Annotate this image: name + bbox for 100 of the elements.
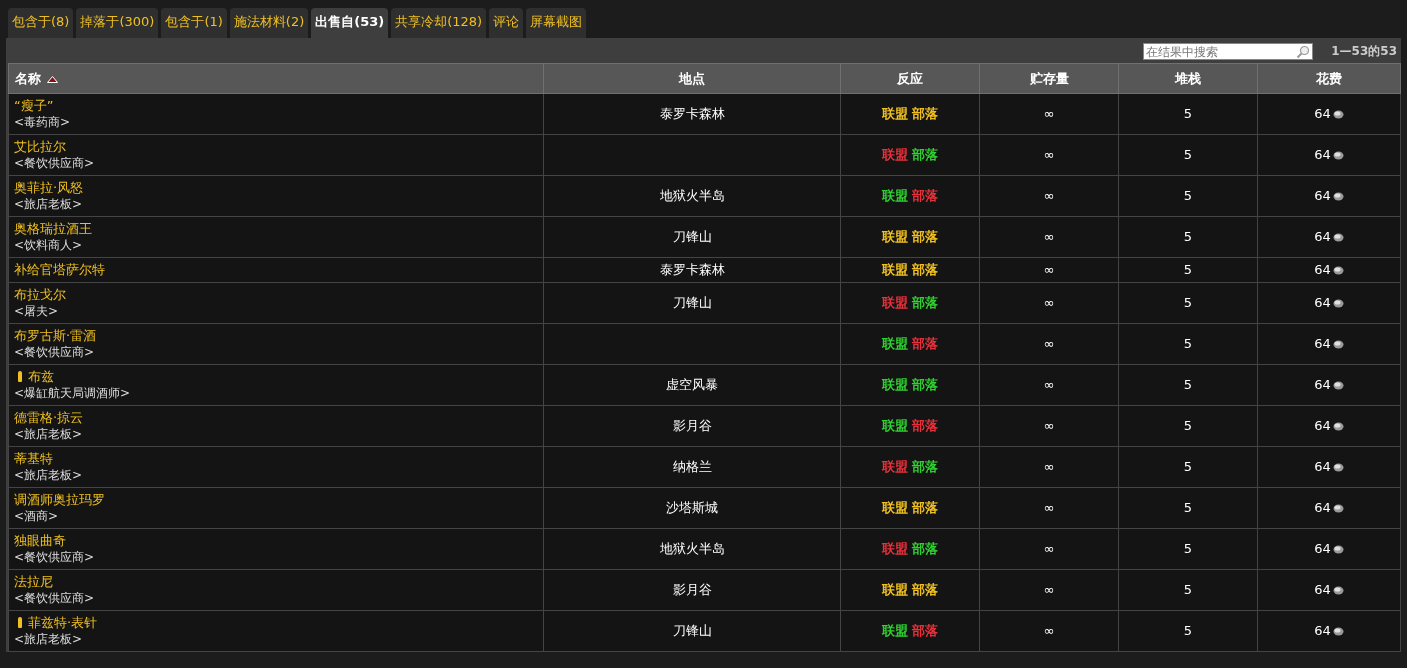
location-link[interactable]: 纳格兰 — [672, 459, 712, 474]
cost-value: 64 — [1314, 229, 1331, 245]
npc-title: <餐饮供应商> — [14, 591, 95, 605]
cost-value: 64 — [1314, 623, 1331, 639]
faction-reaction: 联盟 — [881, 188, 908, 203]
cost-value: 64 — [1314, 295, 1331, 311]
coin-icon — [1332, 109, 1344, 119]
stock-value: ∞ — [1043, 106, 1055, 121]
npc-title: <餐饮供应商> — [14, 345, 95, 359]
faction-reaction: 联盟 — [881, 500, 908, 515]
faction-reaction: 部落 — [912, 262, 939, 277]
stack-size: 5 — [1183, 188, 1193, 203]
column-header[interactable]: 花费 — [1257, 63, 1401, 94]
faction-reaction: 部落 — [912, 295, 939, 310]
location-link[interactable]: 影月谷 — [672, 418, 712, 433]
faction-reaction: 部落 — [912, 229, 939, 244]
cost-value: 64 — [1314, 459, 1331, 475]
stock-value: ∞ — [1043, 459, 1055, 474]
location-link[interactable]: 虚空风暴 — [666, 377, 718, 392]
tab[interactable]: 共享冷却(128) — [391, 8, 487, 38]
stock-value: ∞ — [1043, 500, 1055, 515]
stack-size: 5 — [1183, 541, 1193, 556]
npc-name-link[interactable]: 独眼曲奇 — [14, 533, 66, 548]
tab[interactable]: 施法材料(2) — [229, 8, 309, 38]
faction-reaction: 部落 — [912, 541, 939, 556]
npc-title: <餐饮供应商> — [14, 550, 95, 564]
faction-reaction: 联盟 — [881, 582, 908, 597]
npc-name-link[interactable]: 艾比拉尔 — [14, 139, 66, 154]
tab[interactable]: 包含于(8) — [8, 8, 74, 38]
location-link[interactable]: 刀锋山 — [672, 229, 712, 244]
tab[interactable]: 掉落于(300) — [76, 8, 159, 38]
npc-name-link[interactable]: 蒂基特 — [14, 451, 53, 466]
faction-reaction: 部落 — [912, 582, 939, 597]
stack-size: 5 — [1183, 262, 1193, 277]
stock-value: ∞ — [1043, 336, 1055, 351]
faction-reaction: 部落 — [912, 106, 939, 121]
tab[interactable]: 出售自(53) — [311, 8, 389, 38]
column-header[interactable]: 地点 — [543, 63, 841, 94]
column-header[interactable]: 贮存量 — [979, 63, 1119, 94]
npc-name-link[interactable]: 奥菲拉·风怒 — [14, 180, 84, 195]
npc-title: <旅店老板> — [14, 197, 83, 211]
npc-name-link[interactable]: 布拉戈尔 — [14, 287, 66, 302]
coin-icon — [1332, 462, 1344, 472]
npc-name-link[interactable]: 奥格瑞拉酒王 — [14, 221, 92, 236]
npc-name-link[interactable]: 法拉尼 — [14, 574, 53, 589]
cost-value: 64 — [1314, 500, 1331, 516]
faction-reaction: 部落 — [912, 500, 939, 515]
location-link[interactable]: 影月谷 — [672, 582, 712, 597]
npc-name-link[interactable]: 布兹 — [28, 369, 54, 384]
stack-size: 5 — [1183, 377, 1193, 392]
npc-name-link[interactable]: 补给官塔萨尔特 — [14, 262, 105, 277]
npc-name-link[interactable]: 菲兹特·表针 — [28, 615, 98, 630]
faction-reaction: 联盟 — [881, 623, 908, 638]
coin-icon — [1332, 339, 1344, 349]
stock-value: ∞ — [1043, 295, 1055, 310]
tab[interactable]: 评论 — [489, 8, 524, 38]
coin-icon — [1332, 626, 1344, 636]
cost-value: 64 — [1314, 582, 1331, 598]
column-header[interactable]: 堆栈 — [1118, 63, 1258, 94]
stock-value: ∞ — [1043, 147, 1055, 162]
location-link[interactable]: 泰罗卡森林 — [659, 262, 725, 277]
coin-icon — [1332, 544, 1344, 554]
stack-size: 5 — [1183, 106, 1193, 121]
npc-name-link[interactable]: 德雷格·掠云 — [14, 410, 84, 425]
location-link[interactable]: 地狱火半岛 — [659, 541, 725, 556]
tab[interactable]: 屏幕截图 — [526, 8, 587, 38]
coin-icon — [1332, 421, 1344, 431]
coin-icon — [1332, 150, 1344, 160]
faction-reaction: 部落 — [912, 623, 939, 638]
coin-icon — [1332, 380, 1344, 390]
stack-size: 5 — [1183, 500, 1193, 515]
cost-value: 64 — [1314, 336, 1331, 352]
stack-size: 5 — [1183, 229, 1193, 244]
location-link[interactable]: 泰罗卡森林 — [659, 106, 725, 121]
column-header[interactable]: 反应 — [840, 63, 980, 94]
cost-value: 64 — [1314, 541, 1331, 557]
faction-reaction: 部落 — [912, 377, 939, 392]
location-link[interactable]: 刀锋山 — [672, 623, 712, 638]
npc-title: <酒商> — [14, 509, 59, 523]
npc-name-link[interactable]: 调酒师奥拉玛罗 — [14, 492, 105, 507]
faction-reaction: 联盟 — [881, 262, 908, 277]
stack-size: 5 — [1183, 418, 1193, 433]
location-link[interactable]: 刀锋山 — [672, 295, 712, 310]
faction-reaction: 部落 — [912, 188, 939, 203]
column-header[interactable]: 名称 — [8, 63, 544, 94]
stock-value: ∞ — [1043, 262, 1055, 277]
faction-reaction: 部落 — [912, 336, 939, 351]
location-link[interactable]: 沙塔斯城 — [666, 500, 718, 515]
faction-reaction: 联盟 — [881, 229, 908, 244]
npc-title: <爆缸航天局调酒师> — [14, 386, 131, 400]
faction-reaction: 联盟 — [881, 295, 908, 310]
cost-value: 64 — [1314, 418, 1331, 434]
coin-icon — [1332, 585, 1344, 595]
npc-title: <屠夫> — [14, 304, 59, 318]
cost-value: 64 — [1314, 188, 1331, 204]
npc-name-link[interactable]: 布罗古斯·雷酒 — [14, 328, 97, 343]
search-field[interactable]: 在结果中搜索 — [1143, 43, 1314, 60]
location-link[interactable]: 地狱火半岛 — [659, 188, 725, 203]
tab[interactable]: 包含于(1) — [161, 8, 227, 38]
npc-name-link[interactable]: “瘦子” — [14, 98, 54, 113]
